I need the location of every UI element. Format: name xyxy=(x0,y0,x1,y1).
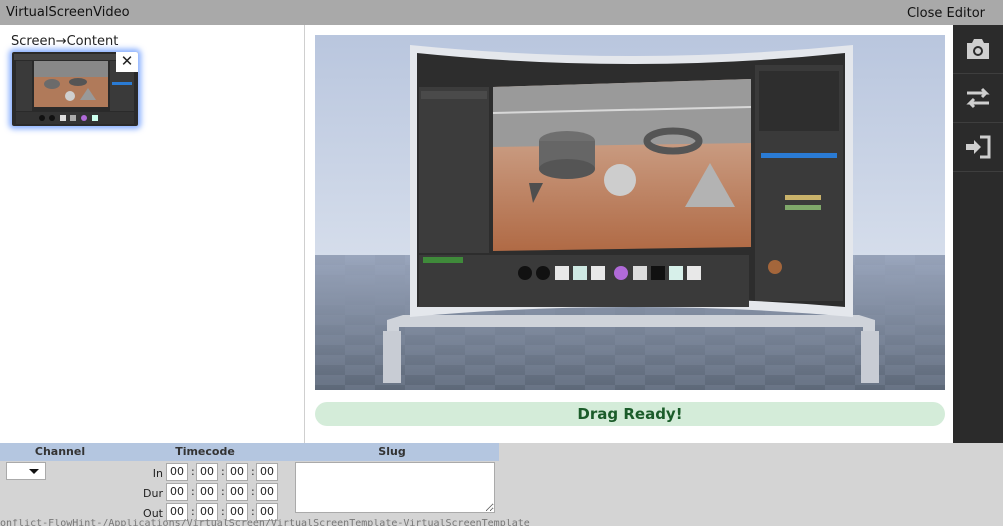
drag-status-badge: Drag Ready! xyxy=(315,402,945,426)
chevron-down-icon xyxy=(29,469,39,474)
sign-in-icon xyxy=(966,135,991,159)
content-list-pane: Screen→Content ✕ xyxy=(0,25,305,443)
virtual-screen-render xyxy=(315,35,945,390)
sign-in-button[interactable] xyxy=(953,123,1003,172)
slug-header: Slug xyxy=(378,445,406,458)
timecode-dur-minutes[interactable]: 00 xyxy=(196,483,218,501)
timecode-in-seconds[interactable]: 00 xyxy=(226,463,248,481)
timecode-dur-label: Dur xyxy=(143,487,163,500)
camera-icon xyxy=(967,39,989,59)
preview-pane: Drag Ready! xyxy=(305,25,953,443)
window-titlebar: VirtualScreenVideo Close Editor xyxy=(0,0,1003,25)
side-toolbar xyxy=(953,25,1003,443)
channel-header: Channel xyxy=(34,445,86,458)
virtual-screen-preview[interactable] xyxy=(315,35,945,390)
window-title: VirtualScreenVideo xyxy=(6,5,130,20)
footer-status-text: onflict-FlowHint-/Applications/VirtualSc… xyxy=(0,519,530,526)
snapshot-button[interactable] xyxy=(953,25,1003,74)
swap-icon xyxy=(966,87,990,109)
channel-select[interactable] xyxy=(6,462,46,480)
panel-header: Channel Timecode Slug xyxy=(0,443,499,461)
timecode-in-label: In xyxy=(152,467,163,480)
timecode-dur-frames[interactable]: 00 xyxy=(256,483,278,501)
timecode-panel: Channel Timecode Slug In 00 : 00 : 00 : … xyxy=(0,443,1003,526)
close-icon[interactable]: ✕ xyxy=(116,52,138,72)
breadcrumb: Screen→Content xyxy=(11,34,119,49)
timecode-header: Timecode xyxy=(175,445,235,458)
timecode-dur-seconds[interactable]: 00 xyxy=(226,483,248,501)
slug-field[interactable] xyxy=(295,462,495,513)
swap-button[interactable] xyxy=(953,74,1003,123)
timecode-in-minutes[interactable]: 00 xyxy=(196,463,218,481)
close-editor-button[interactable]: Close Editor xyxy=(907,6,985,21)
timecode-in-hours[interactable]: 00 xyxy=(166,463,188,481)
content-thumbnail[interactable]: ✕ xyxy=(12,52,138,126)
timecode-dur-hours[interactable]: 00 xyxy=(166,483,188,501)
timecode-in-frames[interactable]: 00 xyxy=(256,463,278,481)
